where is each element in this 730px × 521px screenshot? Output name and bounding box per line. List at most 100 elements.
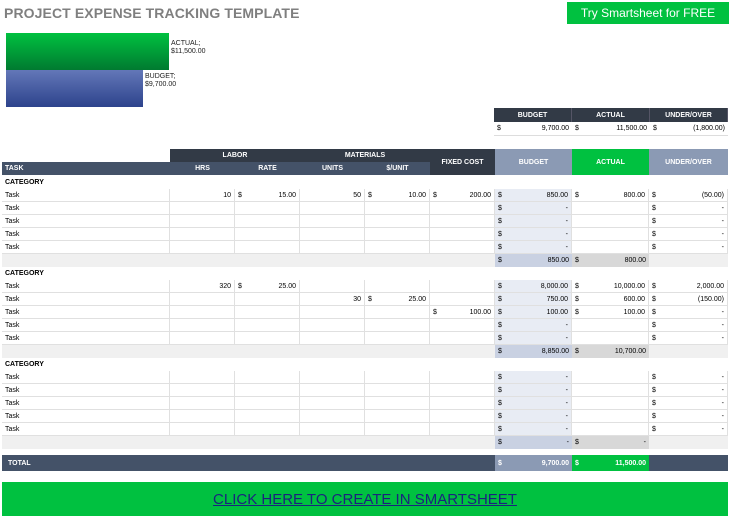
actual-cell[interactable] bbox=[572, 384, 649, 397]
rate-cell[interactable] bbox=[235, 202, 300, 215]
unit-price-cell[interactable]: $25.00 bbox=[365, 293, 430, 306]
unit-price-cell[interactable] bbox=[365, 228, 430, 241]
unit-price-cell[interactable] bbox=[365, 319, 430, 332]
actual-cell[interactable] bbox=[572, 410, 649, 423]
task-cell[interactable]: Task bbox=[2, 293, 170, 306]
fixed-cost-cell[interactable] bbox=[430, 202, 495, 215]
fixed-cost-cell[interactable]: $100.00 bbox=[430, 306, 495, 319]
unit-price-cell[interactable] bbox=[365, 423, 430, 436]
task-cell[interactable]: Task bbox=[2, 397, 170, 410]
actual-cell[interactable]: $100.00 bbox=[572, 306, 649, 319]
rate-cell[interactable] bbox=[235, 228, 300, 241]
fixed-cost-cell[interactable]: $200.00 bbox=[430, 189, 495, 202]
units-cell[interactable]: 30 bbox=[300, 293, 365, 306]
rate-cell[interactable] bbox=[235, 215, 300, 228]
rate-cell[interactable] bbox=[235, 423, 300, 436]
task-cell[interactable]: Task bbox=[2, 423, 170, 436]
actual-cell[interactable] bbox=[572, 202, 649, 215]
fixed-cost-cell[interactable] bbox=[430, 423, 495, 436]
task-cell[interactable]: Task bbox=[2, 306, 170, 319]
summary-budget-cell[interactable]: $9,700.00 bbox=[494, 122, 572, 135]
fixed-cost-cell[interactable] bbox=[430, 319, 495, 332]
hrs-cell[interactable] bbox=[170, 215, 235, 228]
units-cell[interactable] bbox=[300, 241, 365, 254]
unit-price-cell[interactable] bbox=[365, 384, 430, 397]
unit-price-cell[interactable] bbox=[365, 410, 430, 423]
hrs-cell[interactable] bbox=[170, 306, 235, 319]
unit-price-cell[interactable] bbox=[365, 241, 430, 254]
units-cell[interactable] bbox=[300, 410, 365, 423]
fixed-cost-cell[interactable] bbox=[430, 293, 495, 306]
rate-cell[interactable] bbox=[235, 293, 300, 306]
fixed-cost-cell[interactable] bbox=[430, 384, 495, 397]
rate-cell[interactable]: $25.00 bbox=[235, 280, 300, 293]
task-cell[interactable]: Task bbox=[2, 202, 170, 215]
unit-price-cell[interactable]: $10.00 bbox=[365, 189, 430, 202]
units-cell[interactable] bbox=[300, 332, 365, 345]
units-cell[interactable] bbox=[300, 371, 365, 384]
hrs-cell[interactable] bbox=[170, 410, 235, 423]
total-budget-cell[interactable]: $9,700.00 bbox=[495, 455, 572, 471]
actual-cell[interactable] bbox=[572, 228, 649, 241]
hrs-cell[interactable] bbox=[170, 384, 235, 397]
fixed-cost-cell[interactable] bbox=[430, 215, 495, 228]
hrs-cell[interactable]: 320 bbox=[170, 280, 235, 293]
actual-cell[interactable] bbox=[572, 371, 649, 384]
hrs-cell[interactable] bbox=[170, 371, 235, 384]
actual-cell[interactable] bbox=[572, 423, 649, 436]
actual-cell[interactable]: $600.00 bbox=[572, 293, 649, 306]
task-cell[interactable]: Task bbox=[2, 332, 170, 345]
fixed-cost-cell[interactable] bbox=[430, 397, 495, 410]
rate-cell[interactable] bbox=[235, 410, 300, 423]
rate-cell[interactable] bbox=[235, 241, 300, 254]
actual-cell[interactable] bbox=[572, 397, 649, 410]
fixed-cost-cell[interactable] bbox=[430, 241, 495, 254]
units-cell[interactable] bbox=[300, 202, 365, 215]
fixed-cost-cell[interactable] bbox=[430, 332, 495, 345]
summary-actual-cell[interactable]: $11,500.00 bbox=[572, 122, 650, 135]
units-cell[interactable] bbox=[300, 215, 365, 228]
units-cell[interactable] bbox=[300, 397, 365, 410]
total-actual-cell[interactable]: $11,500.00 bbox=[572, 455, 649, 471]
task-cell[interactable]: Task bbox=[2, 410, 170, 423]
rate-cell[interactable] bbox=[235, 371, 300, 384]
unit-price-cell[interactable] bbox=[365, 371, 430, 384]
summary-under-cell[interactable]: $ (1,800.00) bbox=[650, 122, 728, 135]
hrs-cell[interactable] bbox=[170, 319, 235, 332]
hrs-cell[interactable] bbox=[170, 293, 235, 306]
try-smartsheet-button[interactable]: Try Smartsheet for FREE bbox=[567, 2, 729, 24]
rate-cell[interactable] bbox=[235, 397, 300, 410]
actual-cell[interactable] bbox=[572, 241, 649, 254]
hrs-cell[interactable] bbox=[170, 423, 235, 436]
units-cell[interactable]: 50 bbox=[300, 189, 365, 202]
rate-cell[interactable] bbox=[235, 384, 300, 397]
hrs-cell[interactable] bbox=[170, 332, 235, 345]
unit-price-cell[interactable] bbox=[365, 306, 430, 319]
task-cell[interactable]: Task bbox=[2, 215, 170, 228]
actual-cell[interactable] bbox=[572, 332, 649, 345]
hrs-cell[interactable]: 10 bbox=[170, 189, 235, 202]
fixed-cost-cell[interactable] bbox=[430, 280, 495, 293]
fixed-cost-cell[interactable] bbox=[430, 371, 495, 384]
fixed-cost-cell[interactable] bbox=[430, 410, 495, 423]
actual-cell[interactable]: $800.00 bbox=[572, 189, 649, 202]
fixed-cost-cell[interactable] bbox=[430, 228, 495, 241]
hrs-cell[interactable] bbox=[170, 202, 235, 215]
hrs-cell[interactable] bbox=[170, 228, 235, 241]
hrs-cell[interactable] bbox=[170, 241, 235, 254]
task-cell[interactable]: Task bbox=[2, 228, 170, 241]
units-cell[interactable] bbox=[300, 384, 365, 397]
units-cell[interactable] bbox=[300, 319, 365, 332]
units-cell[interactable] bbox=[300, 306, 365, 319]
units-cell[interactable] bbox=[300, 228, 365, 241]
actual-cell[interactable]: $10,000.00 bbox=[572, 280, 649, 293]
actual-cell[interactable] bbox=[572, 319, 649, 332]
units-cell[interactable] bbox=[300, 423, 365, 436]
task-cell[interactable]: Task bbox=[2, 280, 170, 293]
rate-cell[interactable] bbox=[235, 332, 300, 345]
unit-price-cell[interactable] bbox=[365, 397, 430, 410]
rate-cell[interactable] bbox=[235, 319, 300, 332]
task-cell[interactable]: Task bbox=[2, 189, 170, 202]
unit-price-cell[interactable] bbox=[365, 202, 430, 215]
unit-price-cell[interactable] bbox=[365, 215, 430, 228]
